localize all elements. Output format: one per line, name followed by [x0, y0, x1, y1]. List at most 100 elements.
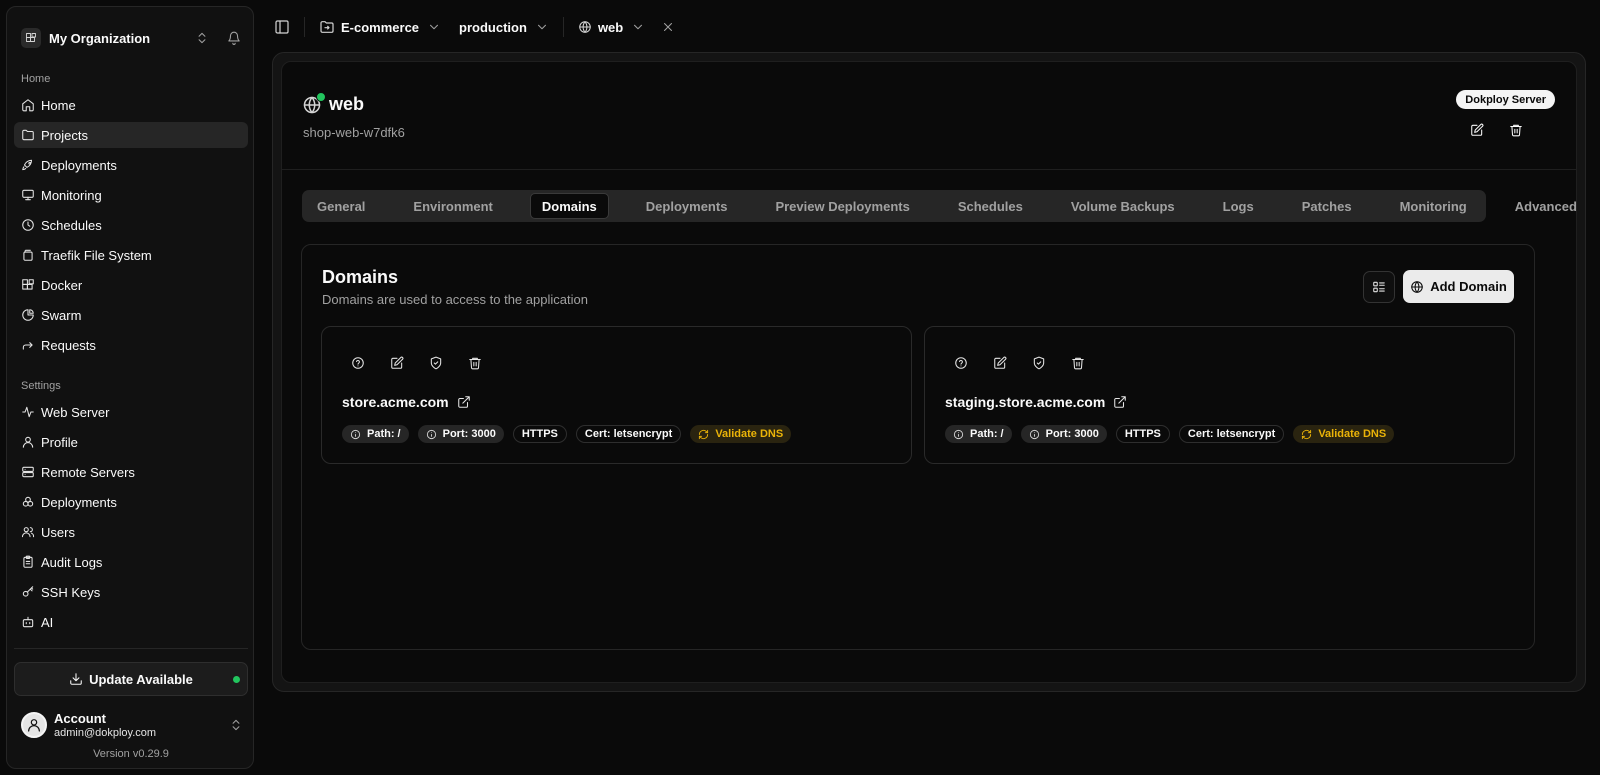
domain-edit-button[interactable] [384, 350, 410, 376]
https-badge: HTTPS [1115, 425, 1170, 443]
sidebar-item-users[interactable]: Users [14, 519, 248, 545]
tab-schedules[interactable]: Schedules [947, 193, 1034, 219]
sidebar-item-label: Deployments [41, 157, 117, 173]
tab-deployments[interactable]: Deployments [635, 193, 739, 219]
sidebar-item-monitoring[interactable]: Monitoring [14, 182, 248, 208]
path-badge: Path: / [945, 425, 1012, 443]
port-text: Port: 3000 [442, 428, 496, 440]
domain-card: store.acme.com Path: / Port: 3000 HTTPS … [321, 326, 912, 464]
sidebar-item-deployments[interactable]: Deployments [14, 152, 248, 178]
refresh-icon [698, 429, 709, 440]
info-icon [426, 429, 437, 440]
domains-description: Domains are used to access to the applic… [322, 292, 588, 307]
tab-preview-deployments[interactable]: Preview Deployments [764, 193, 920, 219]
list-view-icon [1372, 280, 1386, 294]
tab-general[interactable]: General [306, 193, 376, 219]
sidebar-item-swarm[interactable]: Swarm [14, 302, 248, 328]
download-icon [69, 672, 83, 686]
sidebar-item-traefik-file-system[interactable]: Traefik File System [14, 242, 248, 268]
shield-check-icon [429, 356, 443, 370]
project-selector[interactable]: E-commerce [319, 19, 441, 35]
org-switcher[interactable]: My Organization [19, 21, 243, 55]
chevron-down-icon [427, 20, 441, 34]
sidebar-item-label: Traefik File System [41, 247, 152, 263]
add-domain-label: Add Domain [1430, 279, 1507, 294]
tab-volume-backups[interactable]: Volume Backups [1060, 193, 1186, 219]
tab-logs[interactable]: Logs [1212, 193, 1265, 219]
domain-delete-button[interactable] [1065, 350, 1091, 376]
group-label-settings: Settings [21, 380, 61, 392]
external-link-icon[interactable] [457, 395, 471, 409]
domain-host-link[interactable]: store.acme.com [342, 394, 471, 410]
sidebar-item-label: Schedules [41, 217, 102, 233]
environment-selector[interactable]: production [459, 20, 549, 35]
edit-icon [390, 356, 404, 370]
sidebar-item-label: Home [41, 97, 76, 113]
environment-name: production [459, 19, 527, 35]
folder-icon [21, 128, 35, 142]
globe-icon [578, 20, 592, 34]
external-link-icon[interactable] [1113, 395, 1127, 409]
sidebar-item-home[interactable]: Home [14, 92, 248, 118]
domain-security-button[interactable] [1026, 350, 1052, 376]
refresh-icon [1301, 429, 1312, 440]
sidebar-item-label: SSH Keys [41, 584, 101, 600]
domain-host: staging.store.acme.com [945, 394, 1106, 410]
sidebar-item-ssh-keys[interactable]: SSH Keys [14, 579, 248, 605]
validate-dns-button[interactable]: Validate DNS [690, 425, 792, 443]
tab-advanced[interactable]: Advanced [1504, 193, 1588, 219]
trash-icon [1071, 356, 1085, 370]
domain-edit-button[interactable] [987, 350, 1013, 376]
sidebar-item-remote-servers[interactable]: Remote Servers [14, 459, 248, 485]
delete-service-button[interactable] [1503, 117, 1529, 143]
path-text: Path: / [367, 428, 401, 440]
close-icon[interactable] [661, 20, 675, 34]
topbar-divider [304, 17, 305, 37]
validate-dns-button[interactable]: Validate DNS [1293, 425, 1395, 443]
service-selector[interactable]: web [578, 20, 645, 35]
domain-help-button[interactable] [345, 350, 371, 376]
tab-environment[interactable]: Environment [402, 193, 503, 219]
view-toggle-button[interactable] [1363, 271, 1395, 303]
domain-host-link[interactable]: staging.store.acme.com [945, 394, 1127, 410]
sidebar-toggle-icon[interactable] [274, 19, 290, 35]
blocks-icon [21, 278, 35, 292]
service-id: shop-web-w7dfk6 [303, 125, 405, 140]
sidebar-item-label: Remote Servers [41, 464, 135, 480]
forward-icon [21, 338, 35, 352]
sidebar-item-schedules[interactable]: Schedules [14, 212, 248, 238]
add-domain-button[interactable]: Add Domain [1403, 270, 1514, 303]
update-available-button[interactable]: Update Available [14, 662, 248, 696]
account-menu[interactable]: Account admin@dokploy.com [21, 707, 243, 743]
tab-patches[interactable]: Patches [1291, 193, 1363, 219]
sidebar-item-web-server[interactable]: Web Server [14, 399, 248, 425]
update-label: Update Available [89, 671, 193, 687]
domain-help-button[interactable] [948, 350, 974, 376]
server-badge: Dokploy Server [1456, 90, 1555, 109]
edit-icon [993, 356, 1007, 370]
sidebar-item-docker[interactable]: Docker [14, 272, 248, 298]
sidebar-item-audit-logs[interactable]: Audit Logs [14, 549, 248, 575]
activity-icon [21, 405, 35, 419]
globe-icon [1410, 280, 1424, 294]
domain-security-button[interactable] [423, 350, 449, 376]
sidebar-item-settings-deployments[interactable]: Deployments [14, 489, 248, 515]
topbar: E-commerce production web [270, 14, 675, 40]
key-icon [21, 585, 35, 599]
main-panel: web shop-web-w7dfk6 Dokploy Server Gener… [272, 52, 1586, 692]
chevrons-up-down-icon[interactable] [229, 718, 243, 732]
chevrons-up-down-icon[interactable] [195, 31, 209, 45]
project-name: E-commerce [341, 19, 420, 35]
sidebar-item-projects[interactable]: Projects [14, 122, 248, 148]
user-icon [21, 435, 35, 449]
tab-domains[interactable]: Domains [529, 193, 609, 219]
sidebar-item-profile[interactable]: Profile [14, 429, 248, 455]
sidebar-item-requests[interactable]: Requests [14, 332, 248, 358]
bell-icon[interactable] [227, 31, 241, 45]
sidebar-item-ai[interactable]: AI [14, 609, 248, 635]
tab-monitoring[interactable]: Monitoring [1389, 193, 1478, 219]
rocket-icon [21, 158, 35, 172]
domain-delete-button[interactable] [462, 350, 488, 376]
edit-service-button[interactable] [1464, 117, 1490, 143]
validate-dns-label: Validate DNS [715, 428, 784, 440]
